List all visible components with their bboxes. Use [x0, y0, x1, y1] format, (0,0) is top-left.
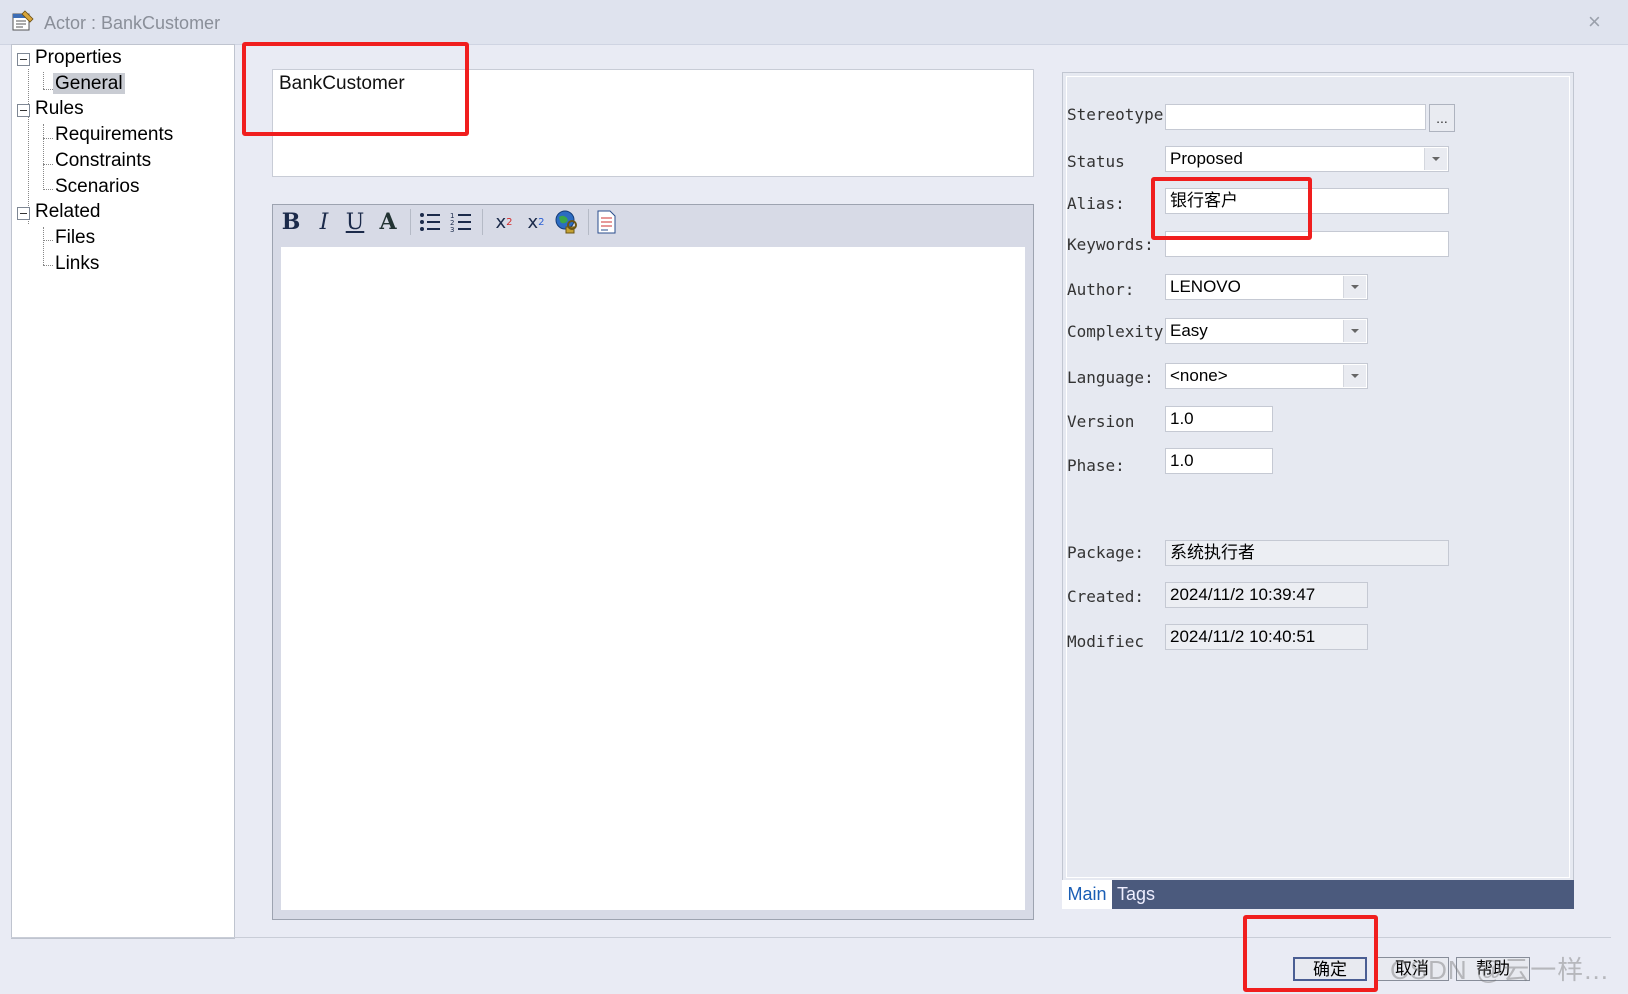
package-value: 系统执行者 [1165, 540, 1449, 566]
modified-label: Modifiec [1067, 632, 1145, 651]
tree-connector [43, 240, 53, 241]
collapse-icon[interactable] [17, 53, 30, 66]
tree-connector [43, 89, 53, 90]
numbered-list-icon[interactable]: 1 2 3 [449, 210, 473, 234]
bullet-list-icon[interactable] [418, 210, 442, 234]
language-value: <none> [1170, 366, 1228, 385]
author-select[interactable]: LENOVO [1165, 274, 1368, 300]
tree-item-rules[interactable]: Rules [35, 98, 84, 120]
status-select[interactable]: Proposed [1165, 146, 1449, 172]
highlight-ok [1243, 915, 1378, 992]
phase-label: Phase: [1067, 456, 1125, 475]
tree-item-constraints[interactable]: Constraints [55, 150, 151, 172]
watermark: CSDN @云一样... [1390, 955, 1609, 985]
hyperlink-globe-icon[interactable] [554, 209, 580, 235]
underline-button[interactable]: U [341, 207, 369, 237]
bold-button[interactable]: B [277, 207, 305, 237]
tree-item-links[interactable]: Links [55, 253, 99, 275]
title-bar [0, 0, 1628, 45]
created-label: Created: [1067, 587, 1145, 606]
tree-connector [43, 227, 44, 265]
toolbar-separator [410, 209, 411, 235]
status-label: Status [1067, 152, 1125, 171]
chevron-down-icon[interactable] [1424, 148, 1447, 170]
window-title: Actor : BankCustomer [44, 13, 221, 33]
chevron-down-icon[interactable] [1343, 365, 1366, 387]
chevron-down-icon[interactable] [1343, 320, 1366, 342]
stereotype-browse-button[interactable]: ... [1429, 104, 1455, 132]
author-label: Author: [1067, 280, 1135, 299]
highlight-alias [1151, 177, 1312, 240]
actor-properties-icon [12, 10, 34, 31]
superscript-button[interactable]: x2 [490, 207, 518, 237]
language-select[interactable]: <none> [1165, 363, 1368, 389]
modified-value: 2024/11/2 10:40:51 [1165, 624, 1368, 650]
version-input[interactable]: 1.0 [1165, 406, 1273, 432]
complexity-value: Easy [1170, 321, 1208, 340]
tree-connector [43, 124, 44, 190]
created-value: 2024/11/2 10:39:47 [1165, 582, 1368, 608]
keywords-label: Keywords: [1067, 235, 1154, 254]
tree-connector [43, 138, 53, 139]
tree-connector [43, 189, 53, 190]
language-label: Language: [1067, 368, 1154, 387]
toolbar-separator [482, 209, 483, 235]
author-value: LENOVO [1170, 277, 1241, 296]
tree-item-files[interactable]: Files [55, 227, 95, 249]
font-color-button[interactable]: A [374, 207, 402, 237]
status-value: Proposed [1170, 149, 1243, 168]
tree-item-scenarios[interactable]: Scenarios [55, 176, 140, 198]
superscript-x: x [495, 211, 507, 233]
document-icon[interactable] [594, 209, 618, 235]
toolbar-separator [588, 209, 589, 235]
subscript-x: x [527, 211, 539, 233]
complexity-select[interactable]: Easy [1165, 318, 1368, 344]
tab-main[interactable]: Main [1062, 880, 1112, 909]
tree-connector [43, 72, 44, 89]
tree-item-related[interactable]: Related [35, 201, 101, 223]
stereotype-label: Stereotype [1067, 105, 1164, 124]
tree-item-general-label: General [53, 73, 125, 94]
tree-item-general[interactable]: General [53, 73, 125, 95]
tree-connector [43, 164, 53, 165]
complexity-label: Complexity [1067, 322, 1164, 341]
svg-text:3: 3 [450, 226, 454, 234]
package-label: Package: [1067, 543, 1145, 562]
close-icon[interactable]: × [1588, 11, 1601, 33]
phase-input[interactable]: 1.0 [1165, 448, 1273, 474]
tree-connector [28, 69, 29, 224]
collapse-icon[interactable] [17, 104, 30, 117]
chevron-down-icon[interactable] [1343, 276, 1366, 298]
notes-text-area[interactable] [281, 247, 1025, 910]
tab-tags[interactable]: Tags [1117, 880, 1155, 909]
tree-item-properties[interactable]: Properties [35, 47, 122, 69]
tree-connector [43, 265, 53, 266]
highlight-name [242, 42, 469, 136]
subscript-button[interactable]: x2 [522, 207, 550, 237]
collapse-icon[interactable] [17, 207, 30, 220]
alias-label: Alias: [1067, 194, 1125, 213]
italic-button[interactable]: I [310, 207, 338, 237]
stereotype-input[interactable] [1165, 104, 1426, 130]
version-label: Version [1067, 412, 1135, 431]
tree-item-requirements[interactable]: Requirements [55, 124, 173, 146]
